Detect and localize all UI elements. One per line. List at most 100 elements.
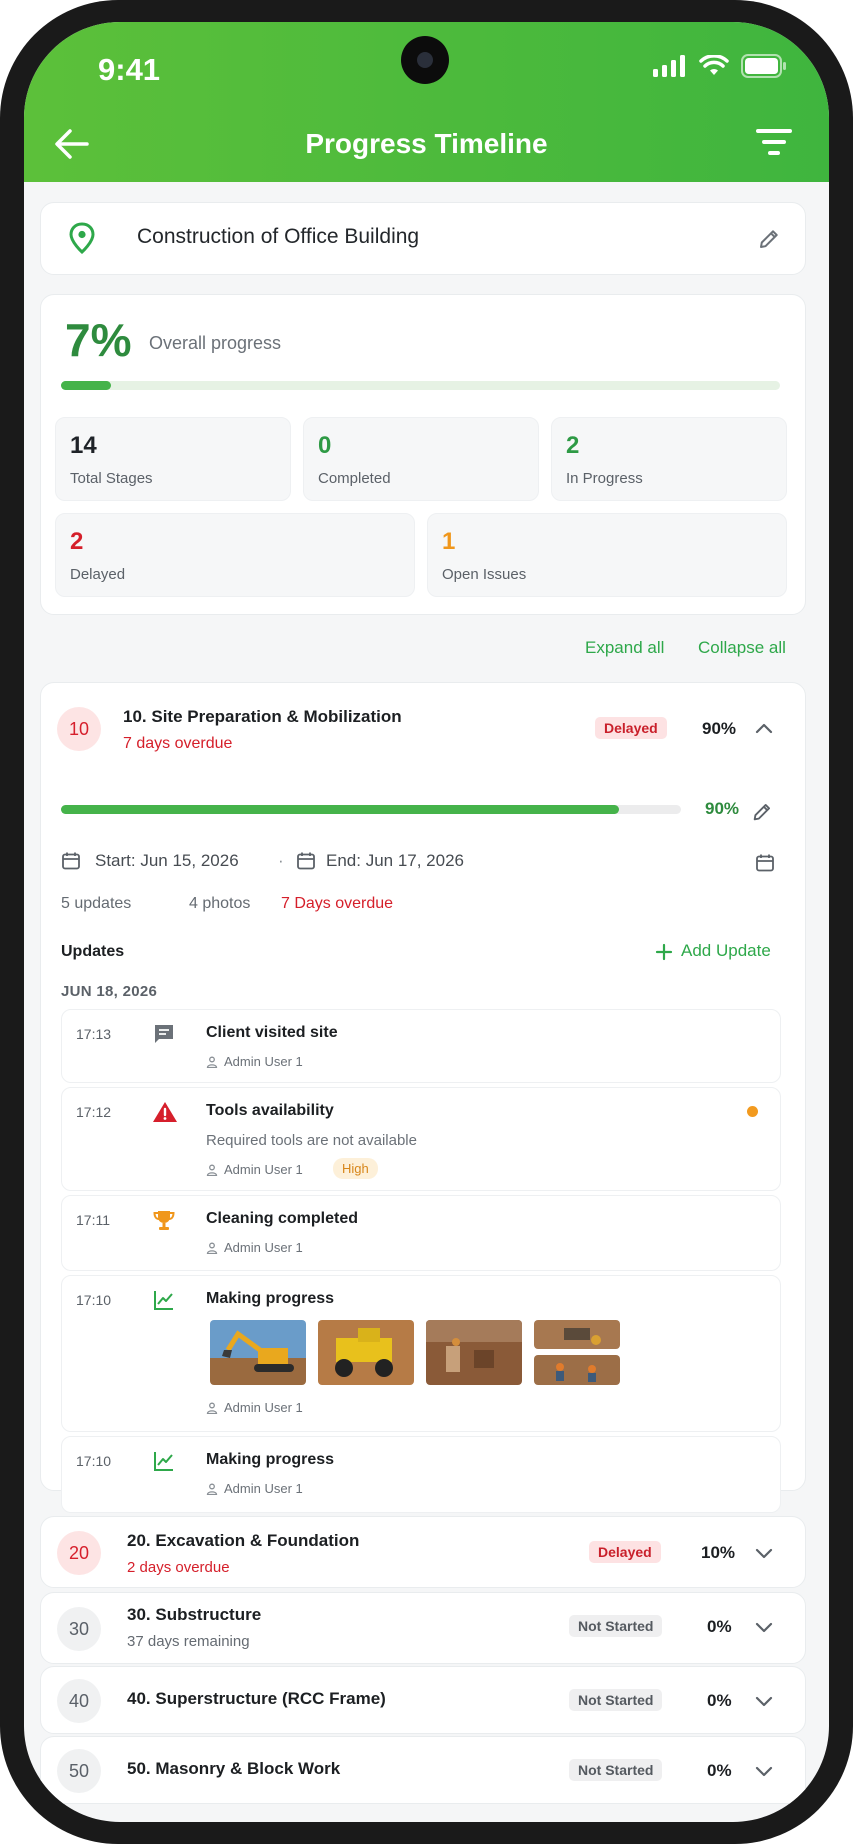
stat-completed[interactable]: 0 Completed xyxy=(303,417,539,501)
update-title: Client visited site xyxy=(206,1024,338,1041)
user-icon xyxy=(206,1402,218,1414)
stat-value: 14 xyxy=(70,432,97,459)
calendar-icon xyxy=(297,852,315,870)
project-selector[interactable]: Construction of Office Building xyxy=(40,202,806,275)
status-badge: Delayed xyxy=(589,1541,661,1563)
stage-card[interactable]: 20 20. Excavation & Foundation 2 days ov… xyxy=(40,1516,806,1588)
update-author-name: Admin User 1 xyxy=(224,1054,303,1069)
stage-title: 30. Substructure xyxy=(127,1605,262,1624)
stat-value: 1 xyxy=(442,528,456,555)
page-title: Progress Timeline xyxy=(305,128,548,159)
update-item[interactable]: 17:10 Making progress Admin User 1 xyxy=(61,1436,781,1513)
comment-icon xyxy=(155,1025,173,1043)
stage-percent: 0% xyxy=(707,1761,732,1780)
update-time: 17:13 xyxy=(76,1026,112,1042)
update-title: Making progress xyxy=(206,1451,335,1468)
wifi-icon xyxy=(699,55,729,75)
stat-value: 2 xyxy=(566,432,580,459)
plus-icon[interactable] xyxy=(655,943,673,961)
stat-value: 2 xyxy=(70,528,84,555)
update-author-name: Admin User 1 xyxy=(224,1162,303,1177)
photo-thumbnail-site-work[interactable] xyxy=(426,1320,522,1385)
stage-subtitle: 37 days remaining xyxy=(127,1633,250,1650)
chevron-down-icon[interactable] xyxy=(755,1765,773,1779)
status-badge: Not Started xyxy=(569,1689,663,1711)
expand-all-link[interactable]: Expand all xyxy=(585,638,664,658)
status-time: 9:41 xyxy=(98,52,161,87)
update-item[interactable]: 17:10 Making progress Admin User 1 xyxy=(61,1275,781,1432)
calendar-icon[interactable] xyxy=(755,853,775,873)
user-icon xyxy=(206,1483,218,1495)
collapse-all-link[interactable]: Collapse all xyxy=(698,638,786,658)
stat-total-stages[interactable]: 14 Total Stages xyxy=(55,417,291,501)
unread-dot xyxy=(747,1106,758,1117)
pencil-icon[interactable] xyxy=(751,801,773,823)
overdue-label: 7 Days overdue xyxy=(281,895,394,912)
photo-thumbnail-equipment[interactable] xyxy=(534,1320,620,1349)
user-icon xyxy=(206,1164,218,1176)
calendar-icon xyxy=(62,852,80,870)
stage-card[interactable]: 50 50. Masonry & Block Work Not Started … xyxy=(40,1736,806,1804)
photo-thumbnail-grader[interactable] xyxy=(318,1320,414,1385)
stage-progress-fill xyxy=(61,805,619,814)
stage-number: 30 xyxy=(57,1607,101,1651)
update-author-name: Admin User 1 xyxy=(224,1400,303,1415)
update-time: 17:11 xyxy=(76,1212,110,1228)
update-author-name: Admin User 1 xyxy=(224,1481,303,1496)
update-author: Admin User 1 xyxy=(206,1054,303,1069)
stage-title[interactable]: 10. Site Preparation & Mobilization xyxy=(123,707,402,727)
update-item[interactable]: 17:13 Client visited site Admin User 1 xyxy=(61,1009,781,1083)
stage-progress-percent: 90% xyxy=(705,799,740,818)
update-time: 17:10 xyxy=(76,1292,112,1308)
project-name: Construction of Office Building xyxy=(137,225,420,248)
trend-icon xyxy=(154,1452,173,1471)
status-badge: Not Started xyxy=(569,1759,663,1781)
stat-label: Open Issues xyxy=(442,566,527,583)
update-title: Cleaning completed xyxy=(206,1210,359,1227)
overall-progress-card: 7% Overall progress 14 Total Stages 0 Co… xyxy=(40,294,806,615)
update-item[interactable]: 17:11 Cleaning completed Admin User 1 xyxy=(61,1195,781,1271)
stage-card[interactable]: 30 30. Substructure 37 days remaining No… xyxy=(40,1592,806,1664)
stat-label: Completed xyxy=(318,470,391,487)
filter-button[interactable] xyxy=(755,127,795,163)
chevron-down-icon[interactable] xyxy=(755,1695,773,1709)
updates-count: 5 updates xyxy=(61,895,132,912)
stage-percent: 0% xyxy=(707,1617,732,1636)
update-description: Required tools are not available xyxy=(206,1132,417,1149)
photo-thumbnail-workers[interactable] xyxy=(534,1355,620,1385)
stat-open-issues[interactable]: 1 Open Issues xyxy=(427,513,787,597)
filter-icon xyxy=(756,129,792,155)
signal-icon xyxy=(653,55,685,77)
stage-subtitle: 2 days overdue xyxy=(127,1559,230,1576)
stage-subtitle: 7 days overdue xyxy=(123,735,233,752)
overall-progress-fill xyxy=(61,381,112,390)
update-author-name: Admin User 1 xyxy=(224,1240,303,1255)
update-author: Admin User 1 xyxy=(206,1400,303,1415)
stat-in-progress[interactable]: 2 In Progress xyxy=(551,417,787,501)
battery-icon xyxy=(741,54,786,78)
stage-card[interactable]: 40 40. Superstructure (RCC Frame) Not St… xyxy=(40,1666,806,1734)
location-pin-icon xyxy=(69,222,95,255)
status-badge: Delayed xyxy=(595,717,667,739)
stage-card-expanded: 10 10. Site Preparation & Mobilization 7… xyxy=(40,682,806,1513)
stage-title: 20. Excavation & Foundation xyxy=(127,1531,360,1550)
stage-percent: 90% xyxy=(702,719,737,738)
update-time: 17:10 xyxy=(76,1453,112,1469)
stage-number: 10 xyxy=(57,707,101,751)
add-update-button[interactable]: Add Update xyxy=(681,941,771,961)
stage-number: 40 xyxy=(57,1679,101,1723)
update-item[interactable]: 17:12 Tools availability Required tools … xyxy=(61,1087,781,1191)
chevron-up-icon[interactable] xyxy=(755,721,773,735)
status-icons xyxy=(653,54,787,78)
pencil-icon[interactable] xyxy=(757,227,781,251)
chevron-down-icon[interactable] xyxy=(755,1621,773,1635)
app-header: 9:41 Progress Timeline xyxy=(24,22,829,182)
trend-icon xyxy=(154,1291,173,1310)
stat-delayed[interactable]: 2 Delayed xyxy=(55,513,415,597)
stage-title: 50. Masonry & Block Work xyxy=(127,1759,341,1778)
chevron-down-icon[interactable] xyxy=(755,1547,773,1561)
stage-end-date: End: Jun 17, 2026 xyxy=(326,851,465,870)
update-time: 17:12 xyxy=(76,1104,112,1120)
stat-label: Total Stages xyxy=(70,470,153,487)
photo-thumbnail-excavator[interactable] xyxy=(210,1320,306,1385)
